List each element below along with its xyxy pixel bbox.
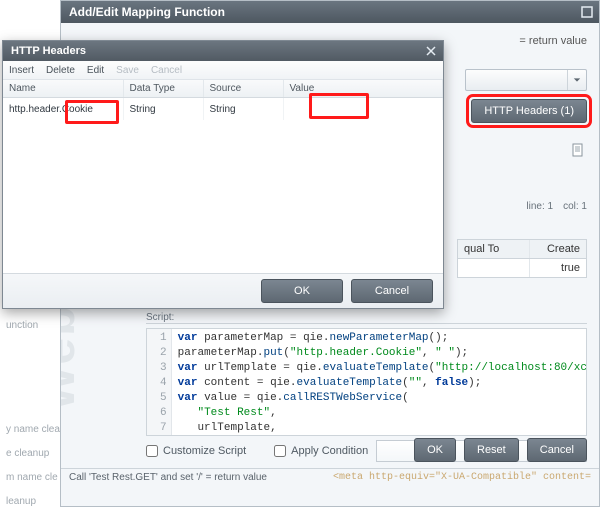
filter-table: qual To Create true [457, 239, 587, 278]
script-label: Script: [146, 312, 174, 323]
apply-condition-input[interactable] [274, 445, 286, 457]
highlight-value [309, 93, 369, 119]
toolbar-delete[interactable]: Delete [46, 65, 75, 76]
reset-button[interactable]: Reset [464, 438, 519, 462]
cell-source[interactable]: String [203, 98, 283, 121]
return-value-row: = return value [519, 35, 587, 47]
http-headers-button[interactable]: HTTP Headers (1) [471, 99, 587, 123]
return-value-label: = return value [519, 35, 587, 47]
http-headers-button-row: HTTP Headers (1) [471, 99, 587, 123]
status-col: col: 1 [563, 201, 587, 212]
meta-snippet: <meta http-equiv="X-UA-Compatible" conte… [333, 472, 591, 483]
code-gutter: 1234567 [147, 329, 172, 435]
apply-condition-label: Apply Condition [291, 445, 368, 457]
left-item: unction [6, 320, 38, 331]
http-headers-grid[interactable]: Name Data Type Source Value http.header.… [3, 80, 443, 273]
main-dialog-titlebar: Add/Edit Mapping Function [61, 1, 599, 23]
script-section: Script: 1234567 var parameterMap = qie.n… [146, 323, 587, 436]
http-headers-titlebar: HTTP Headers [3, 41, 443, 61]
description-text: Call 'Test Rest.GET' and set '/' = retur… [69, 472, 267, 483]
http-headers-dialog: HTTP Headers Insert Delete Edit Save Can… [2, 40, 444, 309]
ok-button[interactable]: OK [414, 438, 456, 462]
customize-script-checkbox[interactable]: Customize Script [146, 445, 246, 457]
cell-value[interactable] [283, 98, 443, 121]
close-icon[interactable] [425, 45, 437, 57]
filter-cell-create: true [529, 259, 586, 277]
http-headers-toolbar: Insert Delete Edit Save Cancel [3, 61, 443, 80]
chevron-down-icon [567, 70, 586, 90]
left-item: m name cle [6, 472, 58, 483]
main-dialog-title: Add/Edit Mapping Function [69, 5, 225, 19]
status-line: line: 1 [526, 201, 553, 212]
left-item: leanup [6, 496, 36, 507]
http-headers-title: HTTP Headers [11, 45, 86, 57]
hh-cancel-button[interactable]: Cancel [351, 279, 433, 303]
col-source[interactable]: Source [203, 80, 283, 98]
col-name[interactable]: Name [3, 80, 123, 98]
script-editor[interactable]: 1234567 var parameterMap = qie.newParame… [146, 328, 587, 436]
edit-doc-icon[interactable] [571, 143, 585, 157]
filter-cell [458, 259, 529, 277]
hh-ok-button[interactable]: OK [261, 279, 343, 303]
toolbar-save: Save [116, 65, 139, 76]
filter-col-equal-to: qual To [458, 240, 529, 258]
watermark: Web [61, 305, 86, 411]
dropdown-row [465, 69, 587, 91]
value-dropdown[interactable] [465, 69, 587, 91]
customize-script-label: Customize Script [163, 445, 246, 457]
table-row[interactable]: http.header.Cookie String String [3, 98, 443, 121]
main-dialog-button-row: OK Reset Cancel [414, 438, 587, 462]
customize-script-input[interactable] [146, 445, 158, 457]
toolbar-edit[interactable]: Edit [87, 65, 104, 76]
maximize-icon[interactable] [581, 6, 593, 18]
cell-name[interactable]: http.header.Cookie [3, 98, 123, 121]
left-item: e cleanup [6, 448, 49, 459]
filter-col-create: Create [529, 240, 586, 258]
description-bar: Call 'Test Rest.GET' and set '/' = retur… [61, 468, 599, 506]
code-content: var parameterMap = qie.newParameterMap()… [172, 329, 586, 435]
editor-status: line: 1 col: 1 [526, 201, 587, 212]
col-data-type[interactable]: Data Type [123, 80, 203, 98]
cancel-button[interactable]: Cancel [527, 438, 587, 462]
toolbar-insert[interactable]: Insert [9, 65, 34, 76]
http-headers-button-row: OK Cancel [3, 273, 443, 308]
highlight-cookie [65, 100, 119, 124]
cell-data-type[interactable]: String [123, 98, 203, 121]
apply-condition-checkbox[interactable]: Apply Condition [274, 445, 368, 457]
toolbar-cancel: Cancel [151, 65, 182, 76]
